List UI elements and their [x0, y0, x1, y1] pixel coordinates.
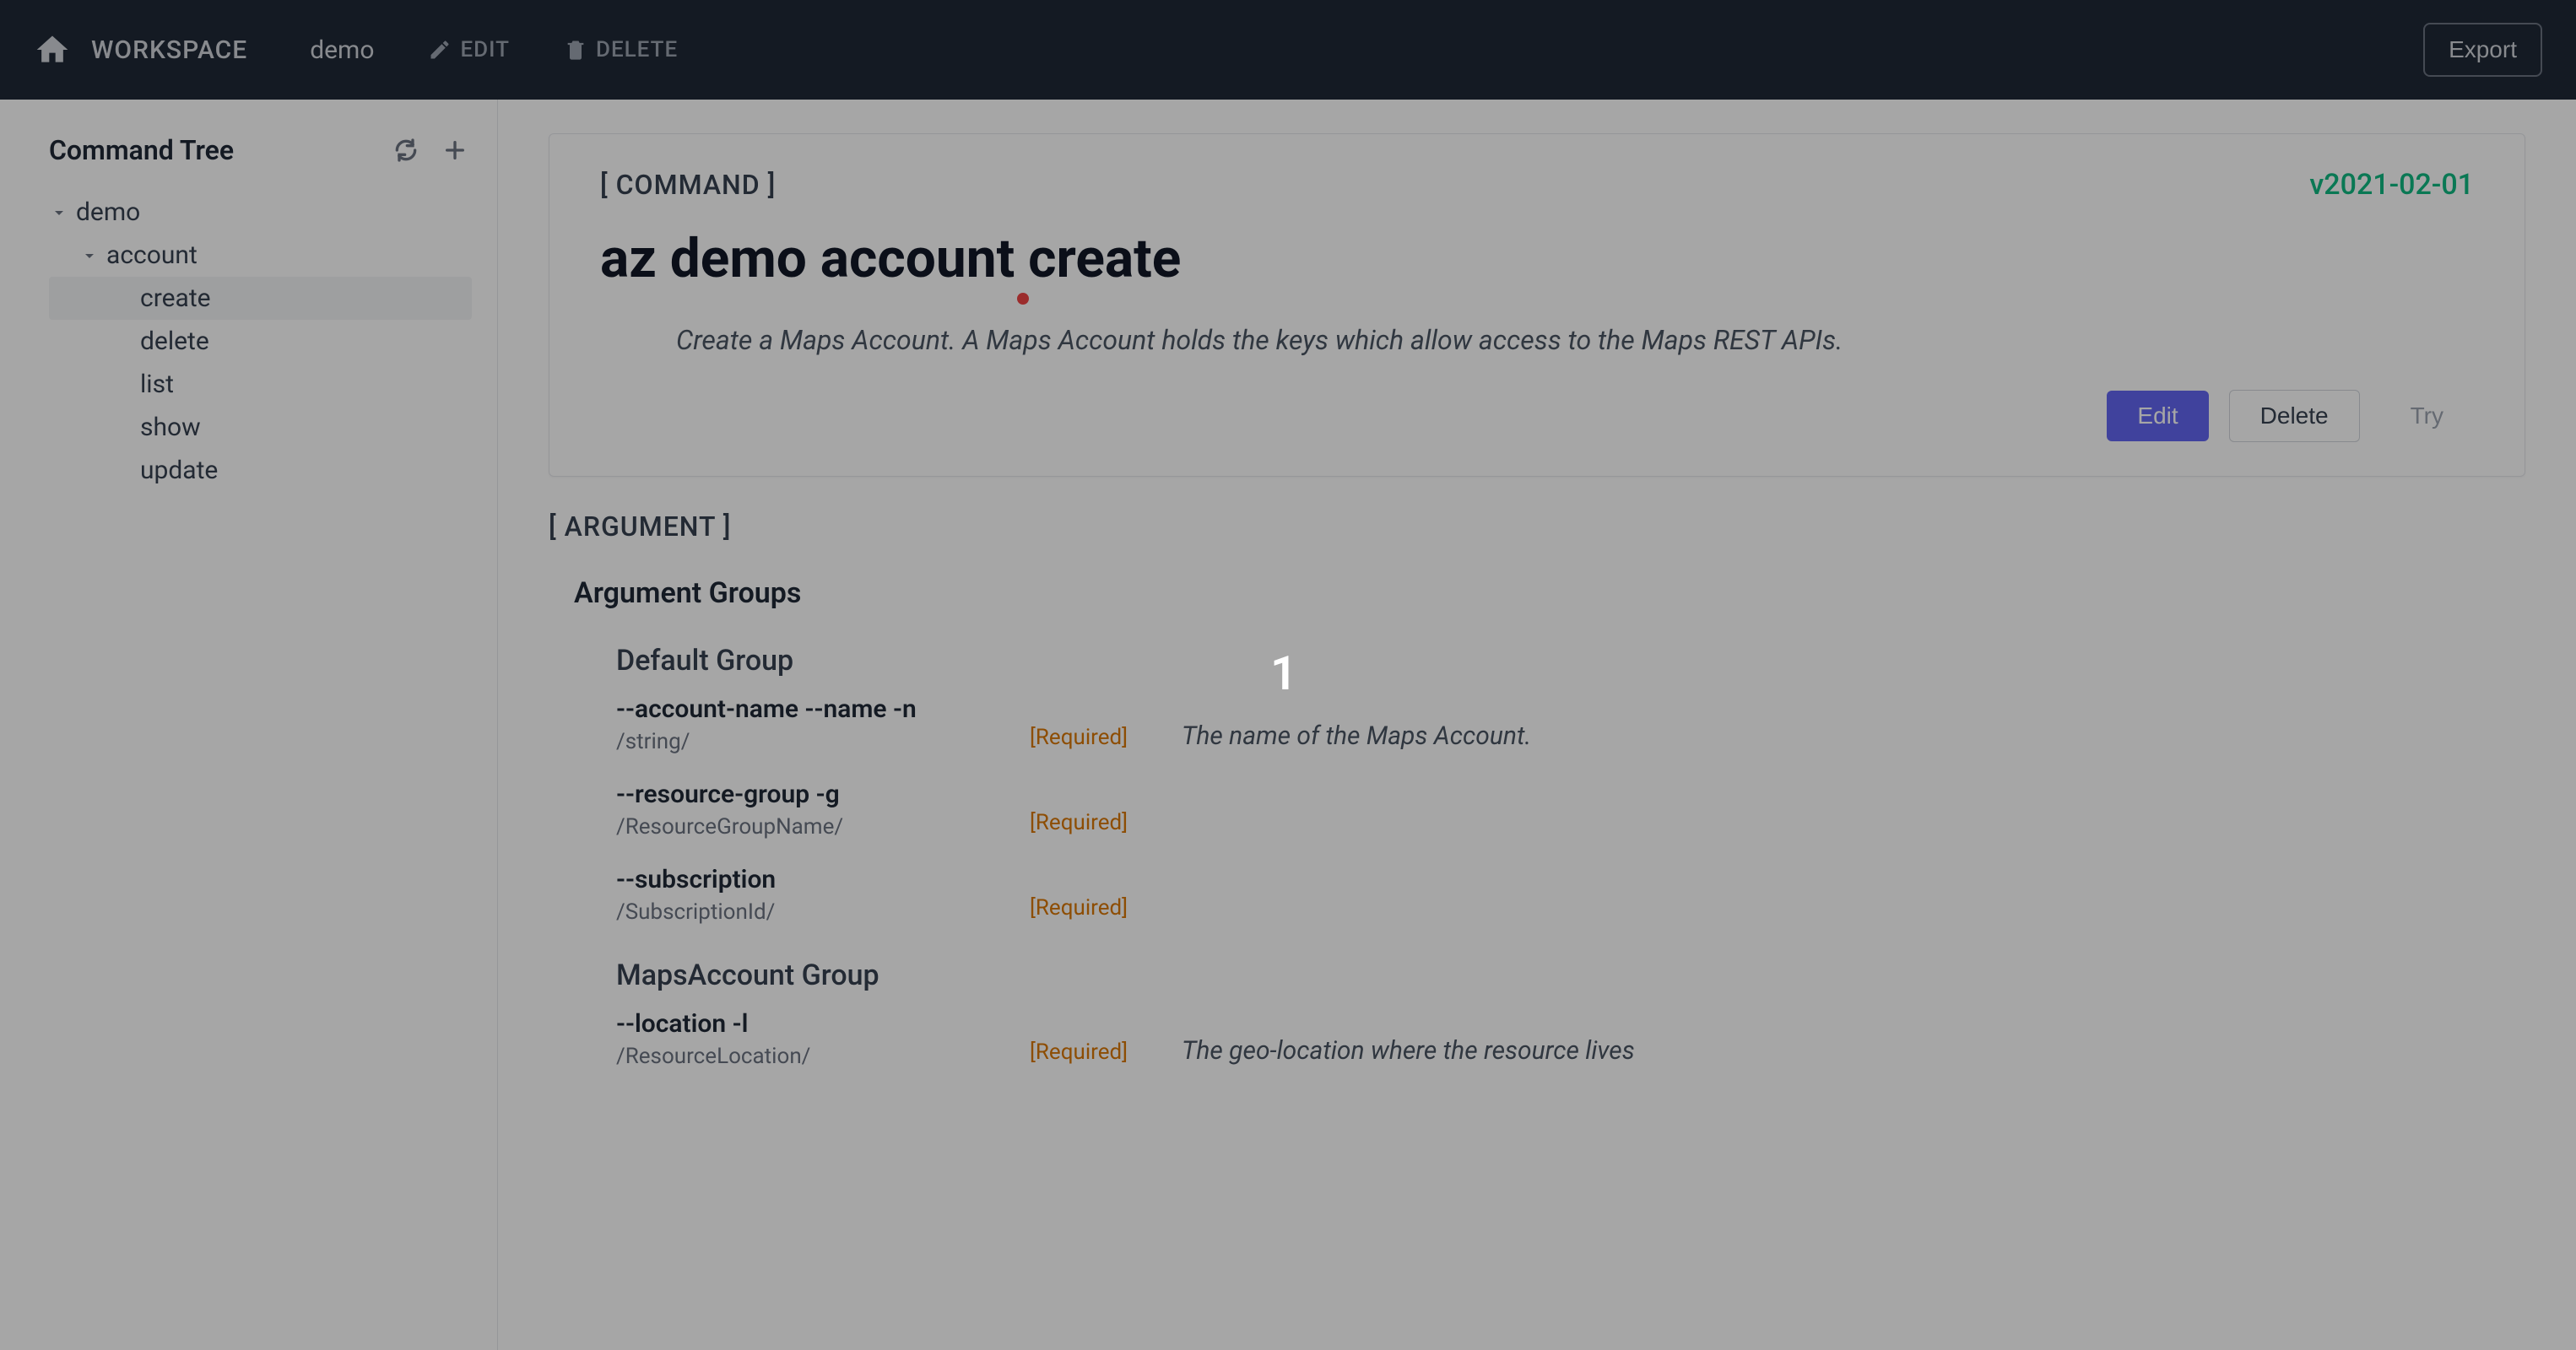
- argument-required-badge: [Required]: [1030, 694, 1182, 750]
- main-content: [ COMMAND ] v2021-02-01 az demo account …: [498, 100, 2576, 1350]
- group-title: Default Group: [616, 644, 2525, 678]
- argument-groups-title: Argument Groups: [574, 576, 2525, 610]
- group-title: MapsAccount Group: [616, 958, 2525, 992]
- pencil-icon: [428, 38, 452, 62]
- argument-required-badge: [Required]: [1030, 865, 1182, 921]
- refresh-button[interactable]: [389, 133, 423, 167]
- tree-leaf-show[interactable]: show: [49, 406, 472, 449]
- tree-label: delete: [140, 327, 209, 356]
- tree-leaf-list[interactable]: list: [49, 363, 472, 406]
- argument-required-badge: [Required]: [1030, 780, 1182, 835]
- try-button[interactable]: Try: [2380, 391, 2474, 441]
- command-section-tag: [ COMMAND ]: [600, 169, 776, 201]
- command-tree: demo account create delete list show upd…: [49, 191, 472, 492]
- delete-button[interactable]: Delete: [2229, 390, 2360, 442]
- command-card: [ COMMAND ] v2021-02-01 az demo account …: [549, 133, 2525, 477]
- argument-type: /string/: [616, 729, 1030, 754]
- workspace-name[interactable]: demo: [310, 35, 374, 65]
- command-title-text: az demo account create: [600, 227, 1181, 290]
- app-header: WORKSPACE demo EDIT DELETE Export: [0, 0, 2576, 100]
- argument-row: --location -l /ResourceLocation/ [Requir…: [616, 1009, 2525, 1069]
- refresh-icon: [392, 137, 419, 164]
- workspace-label[interactable]: WORKSPACE: [91, 35, 247, 65]
- tree-label: create: [140, 284, 211, 313]
- delete-action[interactable]: DELETE: [564, 37, 678, 62]
- argument-section: [ ARGUMENT ] Argument Groups Default Gro…: [549, 510, 2525, 1069]
- argument-required-badge: [Required]: [1030, 1009, 1182, 1065]
- export-button[interactable]: Export: [2423, 23, 2542, 77]
- tree-leaf-create[interactable]: create: [49, 277, 472, 320]
- argument-name: --account-name --name -n: [616, 694, 1030, 724]
- argument-type: /SubscriptionId/: [616, 899, 1030, 925]
- command-title: az demo account create: [600, 227, 2474, 290]
- argument-type: /ResourceLocation/: [616, 1044, 1030, 1069]
- argument-row: --resource-group -g /ResourceGroupName/ …: [616, 780, 2525, 840]
- delete-label: DELETE: [596, 37, 678, 62]
- trash-icon: [564, 38, 587, 62]
- tree-node-demo[interactable]: demo: [49, 191, 472, 234]
- tree-leaf-update[interactable]: update: [49, 449, 472, 492]
- argument-type: /ResourceGroupName/: [616, 814, 1030, 840]
- argument-name: --resource-group -g: [616, 780, 1030, 809]
- version-label: v2021-02-01: [2309, 168, 2474, 202]
- chevron-down-icon: [79, 246, 100, 266]
- overlay-step-number: 1: [1270, 645, 1297, 701]
- tree-leaf-delete[interactable]: delete: [49, 320, 472, 363]
- tree-label: show: [140, 413, 201, 442]
- argument-row: --subscription /SubscriptionId/ [Require…: [616, 865, 2525, 925]
- home-icon[interactable]: [34, 31, 71, 68]
- argument-name: --subscription: [616, 865, 1030, 894]
- edit-button[interactable]: Edit: [2107, 391, 2208, 441]
- command-description: Create a Maps Account. A Maps Account ho…: [676, 324, 2474, 356]
- argument-description: The geo-location where the resource live…: [1182, 1009, 1635, 1066]
- tree-node-account[interactable]: account: [49, 234, 472, 277]
- edit-action[interactable]: EDIT: [428, 37, 510, 62]
- argument-section-tag: [ ARGUMENT ]: [549, 510, 731, 543]
- tree-label: demo: [76, 197, 140, 227]
- edit-label: EDIT: [460, 37, 510, 62]
- tree-label: update: [140, 456, 218, 485]
- argument-name: --location -l: [616, 1009, 1030, 1039]
- tree-label: list: [140, 370, 174, 399]
- sidebar: Command Tree demo account create d: [0, 100, 498, 1350]
- argument-row: --account-name --name -n /string/ [Requi…: [616, 694, 2525, 754]
- argument-description: The name of the Maps Account.: [1182, 694, 1531, 751]
- sidebar-title: Command Tree: [49, 134, 374, 166]
- chevron-down-icon: [49, 202, 69, 223]
- tree-label: account: [106, 240, 198, 270]
- add-button[interactable]: [438, 133, 472, 167]
- indicator-dot: [1017, 293, 1029, 305]
- plus-icon: [441, 137, 468, 164]
